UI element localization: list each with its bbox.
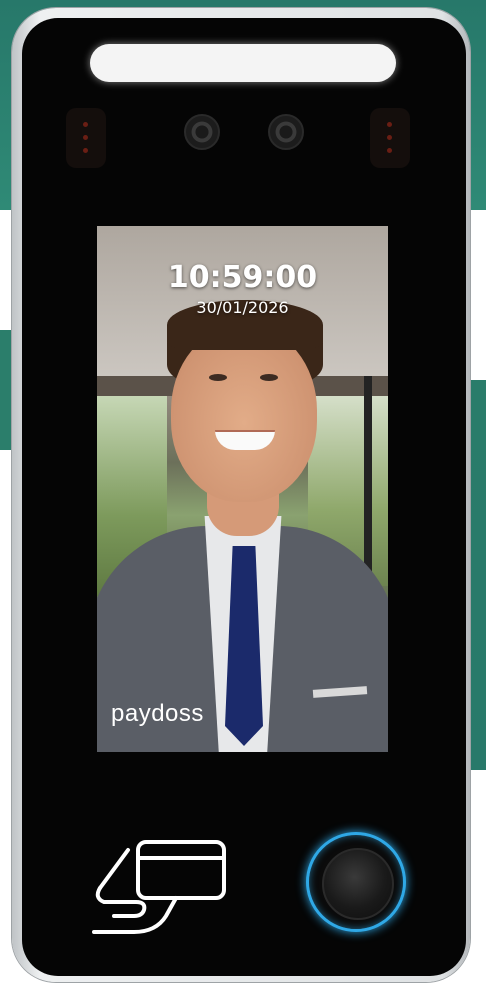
clock-date: 30/01/2026	[196, 298, 289, 317]
brand-logo: paydoss	[111, 700, 204, 727]
ir-led	[83, 148, 88, 153]
person-eye	[209, 374, 227, 381]
fingerprint-sensor-icon[interactable]	[306, 832, 406, 932]
ir-sensor-right	[370, 108, 410, 168]
ir-led	[83, 122, 88, 127]
card-tap-icon[interactable]	[90, 836, 232, 940]
clock-time: 10:59:00	[167, 260, 318, 295]
ir-led	[83, 135, 88, 140]
fingerprint-sensor-pad[interactable]	[322, 848, 394, 920]
display-screen[interactable]: 10:59:00 30/01/2026 paydoss	[97, 226, 388, 752]
person-face	[171, 326, 317, 502]
person-eye	[260, 374, 278, 381]
ir-sensor-left	[66, 108, 106, 168]
fill-light-bar	[90, 44, 396, 82]
ir-led	[387, 148, 392, 153]
camera-icon	[184, 114, 220, 150]
ir-led	[387, 122, 392, 127]
ir-led	[387, 135, 392, 140]
camera-icon	[268, 114, 304, 150]
